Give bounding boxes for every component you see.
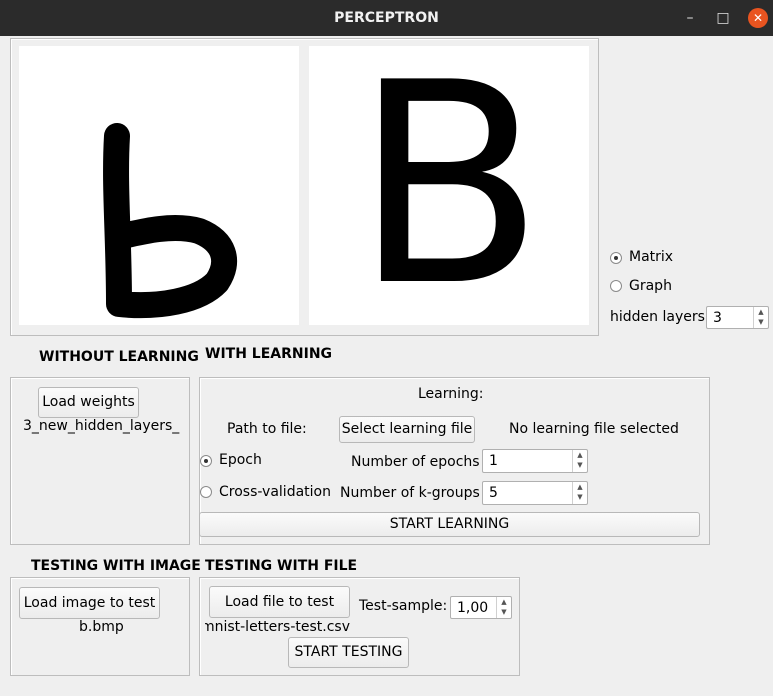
hidden-layers-spinbox[interactable]: 3 ▲ ▼: [706, 306, 769, 329]
spin-arrows-icon[interactable]: ▲ ▼: [572, 482, 587, 504]
recognized-letter: B: [353, 46, 545, 325]
matrix-label: Matrix: [629, 249, 674, 265]
maximize-icon[interactable]: □: [713, 8, 733, 28]
path-label: Path to file:: [227, 421, 307, 437]
testing-image-heading: TESTING WITH IMAGE: [31, 558, 201, 574]
test-sample-label: Test-sample:: [359, 598, 448, 614]
spin-arrows-icon[interactable]: ▲ ▼: [753, 307, 768, 328]
test-file-name: emnist-letters-test.csv: [205, 619, 350, 635]
learning-file-status: No learning file selected: [509, 421, 679, 437]
cross-validation-label: Cross-validation: [219, 484, 331, 500]
graph-label: Graph: [629, 278, 672, 294]
matrix-radio[interactable]: [610, 252, 622, 264]
without-learning-heading: WITHOUT LEARNING: [39, 349, 199, 365]
minimize-icon[interactable]: –: [680, 8, 700, 28]
select-learning-file-button[interactable]: Select learning file: [339, 416, 475, 443]
spin-arrows-icon[interactable]: ▲ ▼: [572, 450, 587, 472]
start-learning-button[interactable]: START LEARNING: [199, 512, 700, 537]
image-file-name: b.bmp: [79, 619, 124, 635]
epochs-label: Number of epochs: [351, 454, 480, 470]
cross-validation-radio[interactable]: [200, 486, 212, 498]
kgroups-spinbox[interactable]: 5 ▲ ▼: [482, 481, 588, 505]
load-file-button[interactable]: Load file to test: [209, 586, 350, 618]
learning-panel-title: Learning:: [418, 386, 484, 402]
drawn-letter: [103, 123, 238, 319]
epoch-label: Epoch: [219, 452, 262, 468]
test-sample-value: 1,00: [457, 600, 489, 616]
testing-file-heading: TESTING WITH FILE: [205, 558, 358, 574]
test-sample-spinbox[interactable]: 1,00 ▲ ▼: [450, 596, 512, 619]
close-icon[interactable]: ✕: [748, 8, 768, 28]
graph-radio[interactable]: [610, 280, 622, 292]
with-learning-heading: WITH LEARNING: [205, 346, 333, 362]
epoch-radio[interactable]: [200, 455, 212, 467]
weights-file-name: 3_new_hidden_layers_: [23, 418, 180, 434]
epochs-value: 1: [489, 453, 498, 469]
hidden-layers-label: hidden layers: [610, 309, 705, 325]
spin-arrows-icon[interactable]: ▲ ▼: [496, 597, 511, 618]
load-weights-button[interactable]: Load weights: [38, 387, 139, 418]
kgroups-label: Number of k-groups: [340, 485, 480, 501]
window-title: PERCEPTRON: [334, 10, 439, 26]
result-canvas: B: [309, 46, 589, 325]
kgroups-value: 5: [489, 485, 498, 501]
epochs-spinbox[interactable]: 1 ▲ ▼: [482, 449, 588, 473]
start-testing-button[interactable]: START TESTING: [288, 637, 409, 668]
load-image-button[interactable]: Load image to test: [19, 587, 160, 619]
hidden-layers-value: 3: [713, 310, 722, 326]
drawing-canvas[interactable]: [19, 46, 299, 325]
